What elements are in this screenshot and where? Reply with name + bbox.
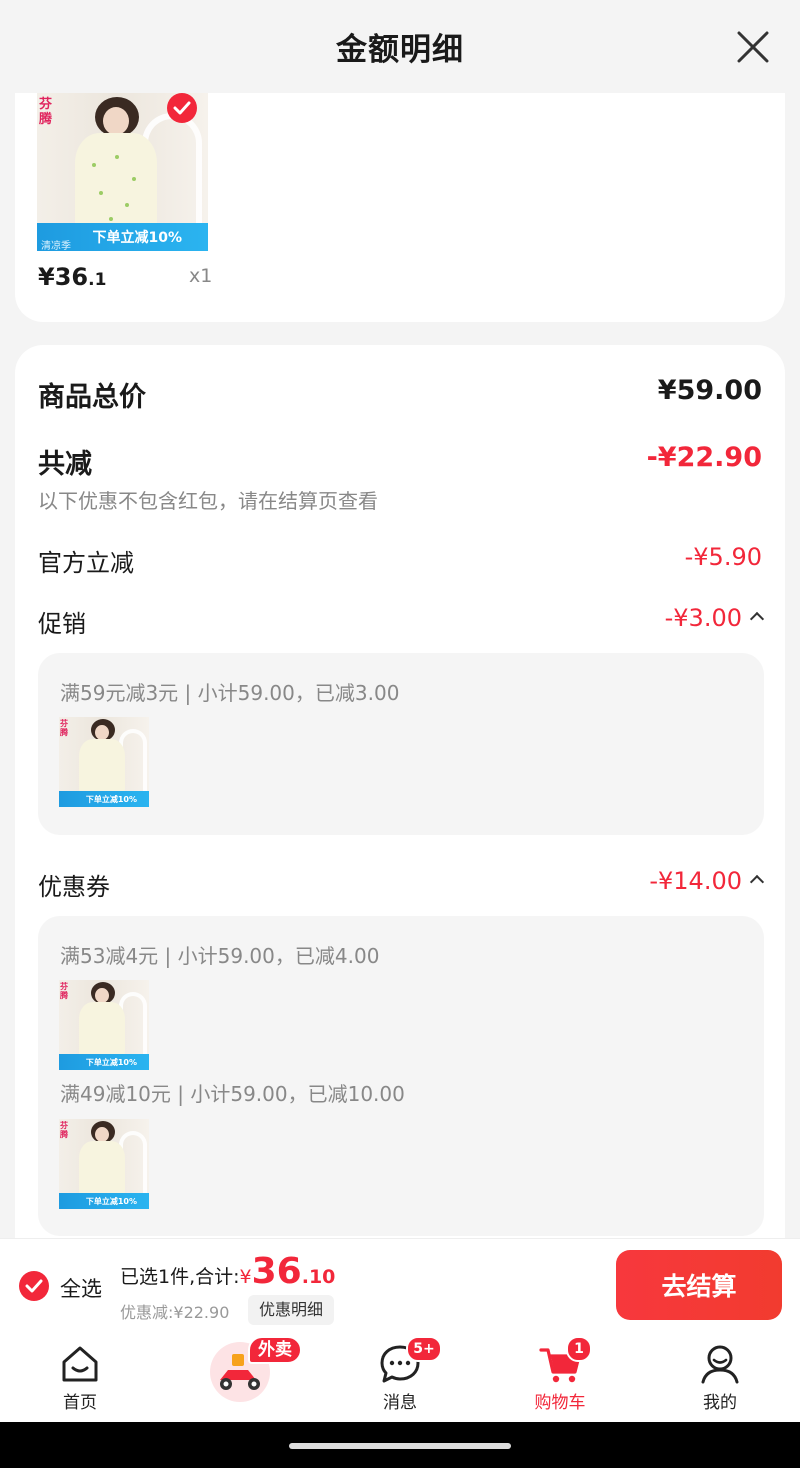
- product-price: ¥36.1: [38, 263, 107, 291]
- selected-total: 已选1件,合计:¥36.10: [120, 1251, 336, 1292]
- select-all-label[interactable]: 全选: [60, 1273, 102, 1303]
- total-value: ¥59.00: [657, 375, 762, 406]
- home-icon: [62, 1346, 98, 1382]
- chevron-up-icon: [749, 874, 765, 890]
- product-card: 芬腾 清凉季 下单立减10% ¥36.1 x1: [15, 93, 785, 322]
- discount-detail-button[interactable]: 优惠明细: [248, 1295, 335, 1325]
- coupon-rule: 满53减4元 | 小计59.00，已减4.00: [60, 944, 380, 968]
- product-check-icon[interactable]: [167, 93, 197, 123]
- discount-amount: 优惠减:¥22.90: [120, 1303, 230, 1322]
- promo-toggle[interactable]: -¥3.00: [664, 604, 765, 632]
- tab-messages[interactable]: 5+ 消息: [320, 1330, 480, 1422]
- home-indicator[interactable]: [289, 1443, 511, 1449]
- coupon-rule: 满49减10元 | 小计59.00，已减10.00: [60, 1082, 405, 1106]
- reduction-note: 以下优惠不包含红包，请在结算页查看: [38, 489, 378, 513]
- promo-value: -¥3.00: [664, 604, 742, 632]
- total-label: 商品总价: [38, 382, 146, 413]
- tab-profile[interactable]: 我的: [640, 1330, 800, 1422]
- promo-detail-box: 满59元减3元 | 小计59.00，已减3.00 芬腾 下单立减10%: [38, 653, 764, 835]
- checkout-bar: 全选 已选1件,合计:¥36.10 优惠减:¥22.90 优惠明细 去结算: [0, 1238, 800, 1330]
- coupon-product-thumb[interactable]: 芬腾 下单立减10%: [59, 980, 149, 1070]
- select-all-check-icon[interactable]: [19, 1271, 49, 1301]
- promo-label: 促销: [38, 610, 86, 638]
- coupon-detail-box: 满53减4元 | 小计59.00，已减4.00 芬腾 下单立减10% 满49减1…: [38, 916, 764, 1236]
- coupon-label: 优惠券: [38, 873, 110, 901]
- takeout-badge: 外卖: [248, 1336, 302, 1364]
- brand-logo: 芬腾: [39, 97, 53, 127]
- modal-header: 金额明细: [0, 0, 800, 93]
- reduction-label: 共减: [38, 449, 92, 480]
- official-label: 官方立减: [38, 549, 134, 577]
- close-icon[interactable]: [736, 30, 770, 64]
- tab-label: 购物车: [534, 1393, 586, 1413]
- promo-product-thumb[interactable]: 芬腾 下单立减10%: [59, 717, 149, 807]
- amount-detail-card: 商品总价 ¥59.00 共减 -¥22.90 以下优惠不包含红包，请在结算页查看…: [15, 345, 785, 1345]
- coupon-value: -¥14.00: [649, 867, 742, 895]
- tab-label: 我的: [703, 1393, 737, 1413]
- bottom-tabbar: 首页 外卖 5+ 消息 1 购物车 我的: [0, 1330, 800, 1422]
- promo-banner: 清凉季 下单立减10%: [37, 223, 208, 251]
- product-quantity: x1: [189, 265, 213, 287]
- system-nav-bar: [0, 1422, 800, 1468]
- coupon-product-thumb[interactable]: 芬腾 下单立减10%: [59, 1119, 149, 1209]
- reduction-value: -¥22.90: [646, 442, 762, 473]
- promo-rule: 满59元减3元 | 小计59.00，已减3.00: [60, 681, 400, 705]
- tab-home[interactable]: 首页: [0, 1330, 160, 1422]
- official-value: -¥5.90: [684, 543, 762, 571]
- coupon-toggle[interactable]: -¥14.00: [649, 867, 765, 895]
- page-title: 金额明细: [336, 32, 464, 68]
- tab-takeout[interactable]: 外卖: [160, 1330, 320, 1422]
- chevron-up-icon: [749, 611, 765, 627]
- cart-badge: 1: [566, 1336, 592, 1362]
- tab-label: 首页: [63, 1393, 97, 1413]
- messages-badge: 5+: [406, 1336, 442, 1362]
- checkout-button[interactable]: 去结算: [616, 1250, 782, 1320]
- profile-icon: [701, 1345, 739, 1384]
- tab-label: 消息: [383, 1393, 417, 1413]
- tab-cart[interactable]: 1 购物车: [480, 1330, 640, 1422]
